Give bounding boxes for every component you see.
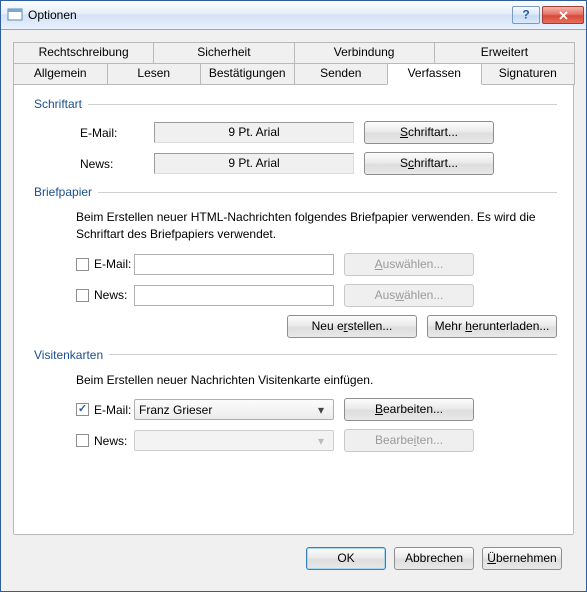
stationery-news-label: News: [94,288,127,302]
tab-sicherheit[interactable]: Sicherheit [153,42,294,64]
close-button[interactable] [542,6,584,24]
tab-erweitert[interactable]: Erweitert [434,42,575,64]
divider [98,192,557,193]
font-email-label: E-Mail: [34,126,154,140]
font-email-display: 9 Pt. Arial [154,122,354,143]
stationery-desc: Beim Erstellen neuer HTML-Nachrichten fo… [34,209,557,253]
vcards-news-label: News: [94,434,127,448]
svg-text:?: ? [522,10,529,20]
ok-button[interactable]: OK [306,547,386,570]
tab-verbindung[interactable]: Verbindung [294,42,435,64]
chevron-down-icon: ▾ [313,434,329,448]
divider [109,354,557,355]
vcards-desc: Beim Erstellen neuer Nachrichten Visiten… [34,372,557,399]
tab-senden[interactable]: Senden [294,63,389,85]
tab-verfassen[interactable]: Verfassen [387,63,482,85]
stationery-email-select-button: Auswählen... [344,253,474,276]
stationery-download-button[interactable]: Mehr herunterladen... [427,315,557,338]
divider [88,104,557,105]
tab-allgemein[interactable]: Allgemein [13,63,108,85]
tab-signaturen[interactable]: Signaturen [481,63,576,85]
group-title-stationery: Briefpapier [34,185,92,199]
chevron-down-icon: ▾ [313,403,329,417]
tab-rechtschreibung[interactable]: Rechtschreibung [13,42,154,64]
app-icon [7,7,23,23]
vcards-email-combo[interactable]: Franz Grieser ▾ [134,399,334,420]
help-button[interactable]: ? [512,6,540,24]
stationery-news-checkbox[interactable] [76,289,89,302]
font-news-display: 9 Pt. Arial [154,153,354,174]
tab-bestaetigungen[interactable]: Bestätigungen [200,63,295,85]
group-title-vcards: Visitenkarten [34,348,103,362]
cancel-button[interactable]: Abbrechen [394,547,474,570]
vcards-news-edit-button: Bearbeiten... [344,429,474,452]
stationery-news-field[interactable] [134,285,334,306]
vcards-email-checkbox[interactable] [76,403,89,416]
apply-button[interactable]: Übernehmen [482,547,562,570]
vcards-email-label: E-Mail: [94,403,131,417]
group-title-font: Schriftart [34,97,82,111]
vcards-news-checkbox[interactable] [76,434,89,447]
window-title: Optionen [28,8,510,22]
font-email-button[interactable]: Schriftart... [364,121,494,144]
stationery-email-label: E-Mail: [94,257,131,271]
stationery-email-checkbox[interactable] [76,258,89,271]
stationery-new-button[interactable]: Neu erstellen... [287,315,417,338]
stationery-email-field[interactable] [134,254,334,275]
font-news-button[interactable]: Schriftart... [364,152,494,175]
vcards-email-edit-button[interactable]: Bearbeiten... [344,398,474,421]
font-news-label: News: [34,157,154,171]
stationery-news-select-button: Auswählen... [344,284,474,307]
vcards-news-combo: ▾ [134,430,334,451]
tab-lesen[interactable]: Lesen [107,63,202,85]
